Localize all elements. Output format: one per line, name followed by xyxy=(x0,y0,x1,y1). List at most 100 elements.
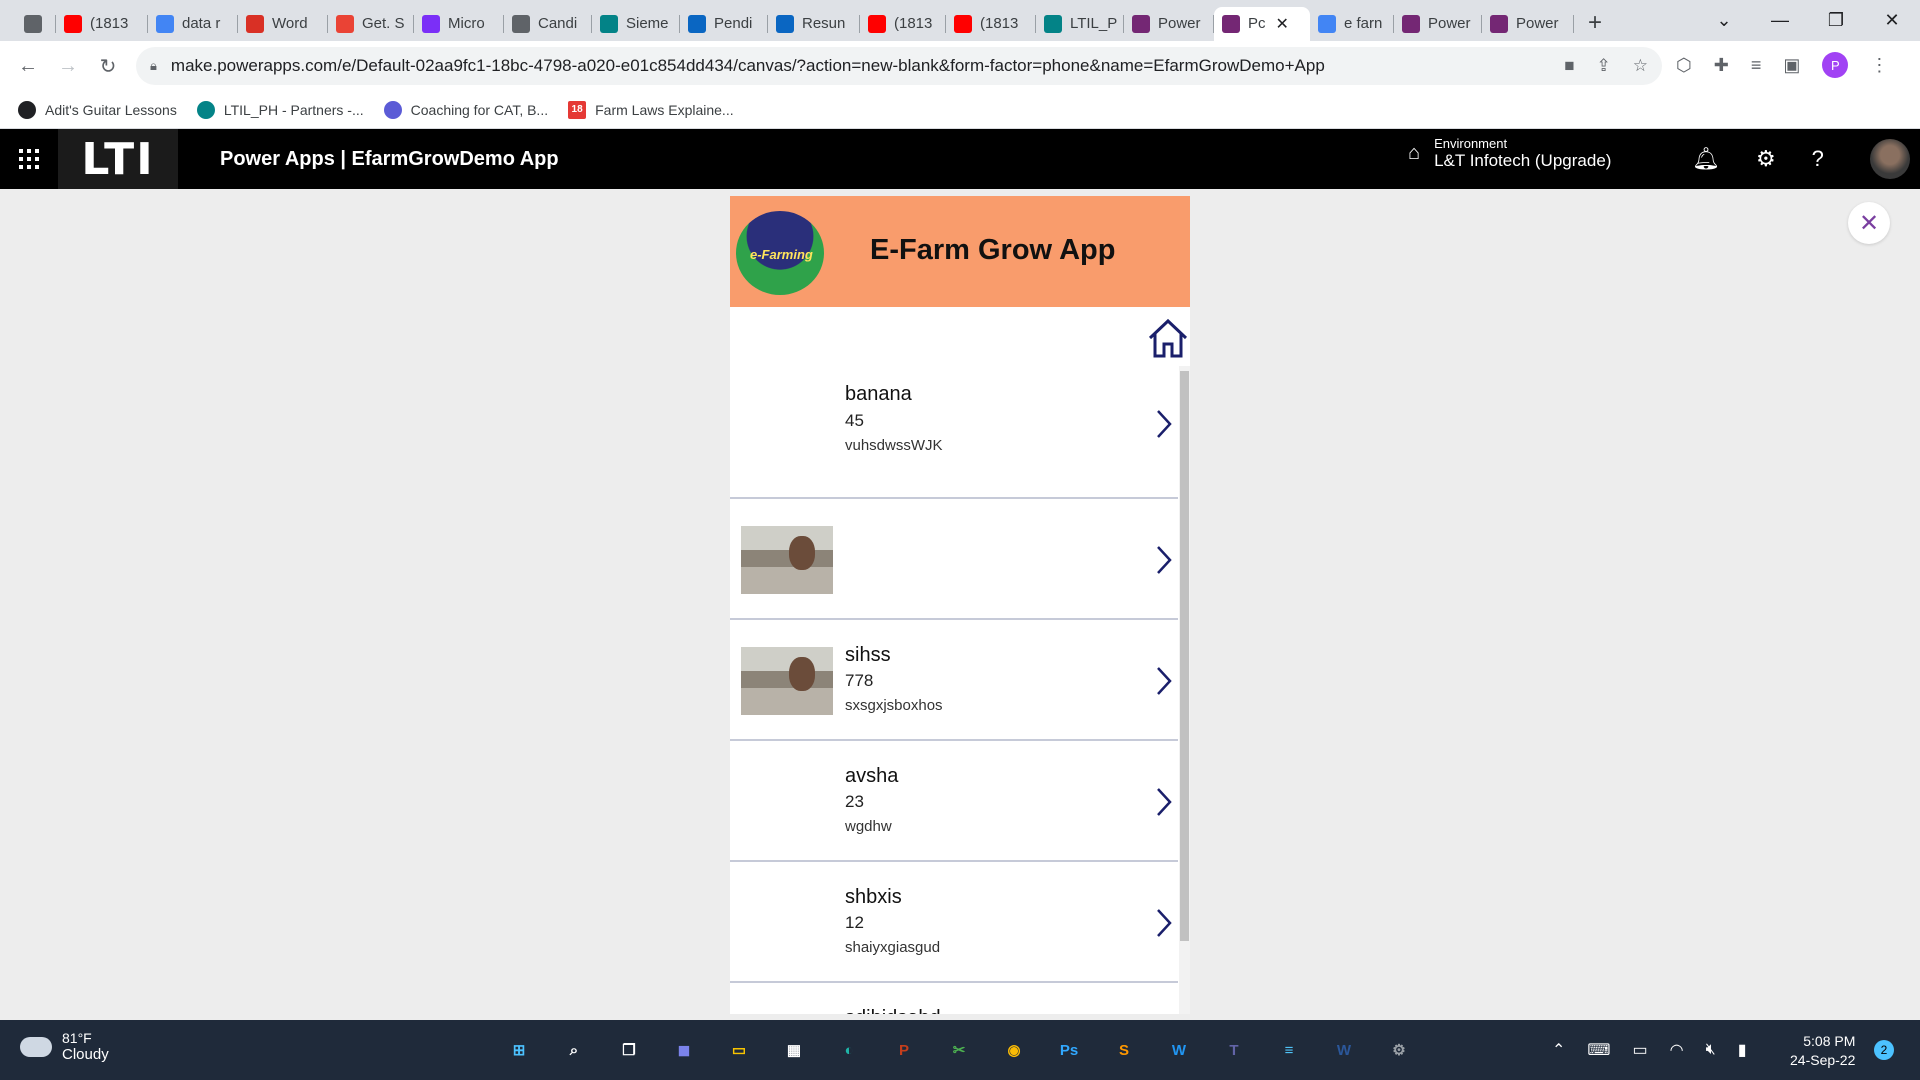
url-field[interactable]: 🔒︎ make.powerapps.com/e/Default-02aa9fc1… xyxy=(136,47,1662,85)
teams-icon[interactable]: T xyxy=(1215,1032,1253,1068)
bookmark-3[interactable]: 18 Farm Laws Explaine... xyxy=(568,100,734,119)
tab-label: Get. S xyxy=(362,15,405,32)
lock-icon[interactable]: 🔒︎ xyxy=(150,58,157,74)
restore-icon[interactable]: ❐ xyxy=(1808,10,1864,31)
display-icon[interactable]: ▭ xyxy=(1633,1040,1648,1060)
app-launcher-icon[interactable] xyxy=(0,149,58,169)
help-icon[interactable]: ? xyxy=(1812,146,1824,172)
tab-13[interactable]: Power xyxy=(1124,7,1214,41)
chevron-right-icon[interactable] xyxy=(1154,408,1174,440)
chrome-icon[interactable]: ◉ xyxy=(995,1032,1033,1068)
user-avatar[interactable] xyxy=(1870,139,1910,179)
item-name: sdjbjdsabd xyxy=(845,1007,941,1014)
share-icon[interactable]: ⇪ xyxy=(1597,56,1611,76)
chevron-right-icon[interactable] xyxy=(1154,544,1174,576)
notifications-icon[interactable]: 🔔︎ xyxy=(1692,146,1720,172)
tab-2[interactable]: data r xyxy=(148,7,238,41)
word-icon[interactable]: W xyxy=(1325,1032,1363,1068)
notification-badge[interactable]: 2 xyxy=(1874,1040,1894,1060)
close-preview-button[interactable]: ✕ xyxy=(1848,202,1890,244)
tab-11[interactable]: (1813 xyxy=(946,7,1036,41)
task-view-icon[interactable]: ❐ xyxy=(610,1032,648,1068)
list-item[interactable]: sihss 778 sxsgxjsboxhos xyxy=(730,620,1178,741)
sidepanel-icon[interactable]: ▣ xyxy=(1783,55,1800,76)
tab-7[interactable]: Sieme xyxy=(592,7,680,41)
bookmark-0[interactable]: Adit's Guitar Lessons xyxy=(18,100,177,119)
tab-1[interactable]: (1813 xyxy=(56,7,148,41)
edge-icon[interactable]: ◐ xyxy=(830,1032,868,1068)
url-text: make.powerapps.com/e/Default-02aa9fc1-18… xyxy=(170,56,1325,75)
wacom-icon[interactable]: W xyxy=(1160,1032,1198,1068)
tab-label: Sieme xyxy=(626,15,669,32)
menu-icon[interactable]: ⋮ xyxy=(1870,55,1888,76)
clock[interactable]: 5:08 PM 24-Sep-22 xyxy=(1790,1032,1855,1070)
list-item[interactable]: avsha 23 wgdhw xyxy=(730,741,1178,862)
close-window-icon[interactable]: ✕ xyxy=(1864,10,1920,31)
profile-avatar[interactable]: P xyxy=(1822,52,1849,78)
cloud-icon xyxy=(20,1036,52,1057)
item-quantity: 12 xyxy=(845,913,864,932)
snip-icon[interactable]: ✂ xyxy=(940,1032,978,1068)
battery-icon[interactable]: ▮ xyxy=(1738,1040,1747,1060)
forward-icon[interactable]: → xyxy=(48,55,88,78)
close-tab-icon[interactable]: ✕ xyxy=(1276,14,1289,34)
tab-search-icon[interactable]: ⌄ xyxy=(1696,10,1752,31)
chevron-right-icon[interactable] xyxy=(1154,786,1174,818)
tab-15[interactable]: e farn xyxy=(1310,7,1394,41)
bookmark-2[interactable]: Coaching for CAT, B... xyxy=(383,100,549,119)
teams-chat-icon[interactable]: ◼ xyxy=(665,1032,703,1068)
chevron-right-icon[interactable] xyxy=(1154,907,1174,939)
search-icon[interactable]: ⌕ xyxy=(555,1032,593,1068)
back-icon[interactable]: ← xyxy=(8,55,48,78)
tab-0[interactable] xyxy=(16,7,56,41)
bookmark-label: Coaching for CAT, B... xyxy=(410,101,549,118)
tab-8[interactable]: Pendi xyxy=(680,7,768,41)
list-item[interactable]: shbxis 12 shaiyxgiasgud xyxy=(730,862,1178,983)
address-bar: ← → ↻ 🔒︎ make.powerapps.com/e/Default-02… xyxy=(0,41,1920,91)
bookmark-1[interactable]: LTIL_PH - Partners -... xyxy=(196,100,364,119)
camera-icon[interactable]: ■ xyxy=(1564,56,1574,76)
item-photo xyxy=(741,647,833,715)
tab-4[interactable]: Get. S xyxy=(328,7,414,41)
tab-6[interactable]: Candi xyxy=(504,7,592,41)
arrow-icon xyxy=(422,14,440,33)
list-item[interactable]: banana 45 vuhsdwssWJK xyxy=(730,371,1178,499)
minimize-icon[interactable]: — xyxy=(1752,10,1808,31)
windows-start-icon[interactable]: ⊞ xyxy=(500,1032,538,1068)
tab-3[interactable]: Word xyxy=(238,7,328,41)
chevron-up-icon[interactable]: ⌃ xyxy=(1552,1040,1565,1060)
volume-muted-icon[interactable]: 🔇︎ xyxy=(1706,1041,1716,1059)
reload-icon[interactable]: ↻ xyxy=(88,54,128,79)
keyboard-icon[interactable]: ⌨ xyxy=(1587,1040,1610,1060)
photoshop-icon[interactable]: Ps xyxy=(1050,1032,1088,1068)
new-tab-icon[interactable]: + xyxy=(1588,9,1602,37)
tab-16[interactable]: Power xyxy=(1394,7,1482,41)
logo-text: e-Farming xyxy=(750,247,813,262)
bookmark-star-icon[interactable]: ☆ xyxy=(1633,56,1648,76)
environment-picker[interactable]: ⌂ Environment L&T Infotech (Upgrade) xyxy=(1408,136,1611,171)
chevron-right-icon[interactable] xyxy=(1154,665,1174,697)
extension-icon[interactable]: ⬡ xyxy=(1676,55,1692,76)
tab-12[interactable]: LTIL_P xyxy=(1036,7,1124,41)
tab-5[interactable]: Micro xyxy=(414,7,504,41)
media-icon[interactable]: ≡ xyxy=(1751,55,1762,76)
puzzle-icon[interactable]: ✚ xyxy=(1714,55,1729,76)
tab-17[interactable]: Power xyxy=(1482,7,1574,41)
home-icon[interactable] xyxy=(1146,316,1190,360)
list-item[interactable] xyxy=(730,499,1178,620)
wifi-icon[interactable]: ◠ xyxy=(1670,1040,1684,1060)
store-icon[interactable]: ▦ xyxy=(775,1032,813,1068)
tab-10[interactable]: (1813 xyxy=(860,7,946,41)
scrollbar-thumb[interactable] xyxy=(1180,371,1189,941)
list-item[interactable]: sdjbjdsabd23444554313 xyxy=(730,983,1178,1014)
settings-icon[interactable]: ⚙ xyxy=(1756,146,1776,172)
notepad-icon[interactable]: ≡ xyxy=(1270,1032,1308,1068)
weather-widget[interactable]: 81°F Cloudy xyxy=(20,1030,109,1063)
file-explorer-icon[interactable]: ▭ xyxy=(720,1032,758,1068)
settings-icon[interactable]: ⚙ xyxy=(1380,1032,1418,1068)
powerpoint-icon[interactable]: P xyxy=(885,1032,923,1068)
tab-14[interactable]: Pc ✕ xyxy=(1214,6,1310,41)
tab-9[interactable]: Resun xyxy=(768,7,860,41)
tab-label: (1813 xyxy=(894,15,933,32)
sublime-icon[interactable]: S xyxy=(1105,1032,1143,1068)
